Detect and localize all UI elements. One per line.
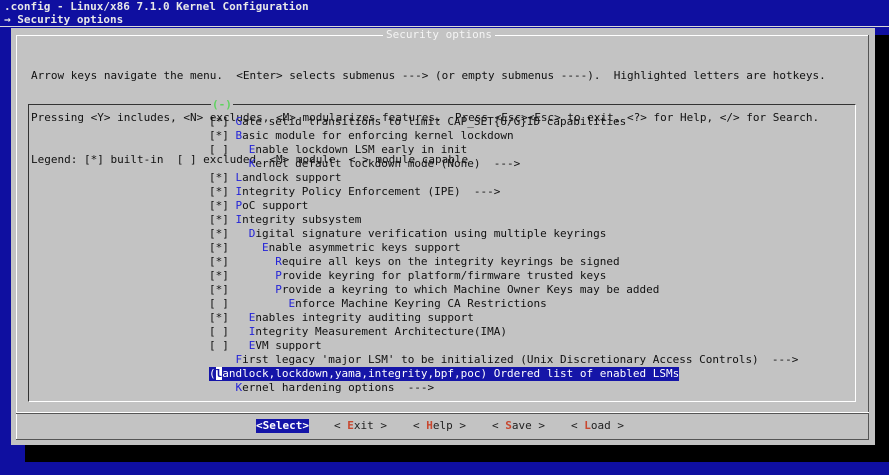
menu-item-label: ernel default lockdown mode (None) ---> bbox=[255, 157, 521, 170]
menu-item-label: asic module for enforcing kernel lockdow… bbox=[242, 129, 514, 142]
menu-item[interactable]: [*] Provide a keyring to which Machine O… bbox=[209, 283, 659, 297]
menu-item-label: VM support bbox=[255, 339, 322, 352]
menu-item[interactable]: [*] Digital signature verification using… bbox=[209, 227, 606, 241]
menu-item[interactable]: [*] Integrity subsystem bbox=[209, 213, 361, 227]
menu-item-label: nables integrity auditing support bbox=[255, 311, 474, 324]
menu-item[interactable]: [*] Basic module for enforcing kernel lo… bbox=[209, 129, 514, 143]
menu-item-label: nable lockdown LSM early in init bbox=[255, 143, 468, 156]
menu-item[interactable]: [*] Enable asymmetric keys support bbox=[209, 241, 461, 255]
help-line-1: Arrow keys navigate the menu. <Enter> se… bbox=[31, 69, 826, 82]
menu-item[interactable]: [*] Integrity Policy Enforcement (IPE) -… bbox=[209, 185, 500, 199]
menu-item-label: andlock support bbox=[242, 171, 342, 184]
menu-item[interactable]: [*] PoC support bbox=[209, 199, 308, 213]
menu-item-label: oC support bbox=[242, 199, 309, 212]
window-title: .config - Linux/x86 7.1.0 Kernel Configu… bbox=[4, 0, 309, 13]
menu-item[interactable]: [*] Require all keys on the integrity ke… bbox=[209, 255, 620, 269]
menu-item[interactable]: [*] Gate setid transitions to limit CAP_… bbox=[209, 115, 626, 129]
menu-item[interactable]: First legacy 'major LSM' to be initializ… bbox=[209, 353, 799, 367]
menu-item-label: andlock,lockdown,yama,integrity,bpf,poc)… bbox=[222, 367, 680, 380]
menu-item[interactable]: [ ] Enable lockdown LSM early in init bbox=[209, 143, 467, 157]
menu-item-label: nable asymmetric keys support bbox=[268, 241, 461, 254]
menu-item-hotkey: R bbox=[275, 255, 282, 268]
menu-list[interactable]: (-) [*] Gate setid transitions to limit … bbox=[28, 98, 856, 402]
menu-item-label: equire all keys on the integrity keyring… bbox=[281, 255, 620, 268]
menu-item-label: ntegrity Policy Enforcement (IPE) ---> bbox=[242, 185, 501, 198]
menu-item[interactable]: [ ] Enforce Machine Keyring CA Restricti… bbox=[209, 297, 547, 311]
menu-item-label: irst legacy 'major LSM' to be initialize… bbox=[242, 353, 799, 366]
security-options-dialog: Security options Arrow keys navigate the… bbox=[11, 28, 875, 445]
load-button[interactable]: < Load > bbox=[571, 419, 624, 433]
save-button[interactable]: < Save > bbox=[492, 419, 545, 433]
exit-button[interactable]: < Exit > bbox=[334, 419, 387, 433]
menu-item-hotkey: P bbox=[275, 283, 282, 296]
menu-item-label: ernel hardening options ---> bbox=[242, 381, 435, 394]
menu-item-hotkey: P bbox=[275, 269, 282, 282]
dialog-title: Security options bbox=[383, 28, 495, 41]
menu-item-label: igital signature verification using mult… bbox=[255, 227, 607, 240]
menu-item[interactable]: [*] Provide keyring for platform/firmwar… bbox=[209, 269, 606, 283]
menu-item-label: rovide a keyring to which Machine Owner … bbox=[281, 283, 660, 296]
menu-item-label: ntegrity subsystem bbox=[242, 213, 362, 226]
scroll-indicator: (-) bbox=[211, 98, 233, 111]
menu-item-hotkey: E bbox=[261, 241, 269, 254]
menu-item[interactable]: Kernel default lockdown mode (None) ---> bbox=[209, 157, 521, 171]
breadcrumb: → Security options bbox=[4, 13, 124, 26]
header-divider bbox=[0, 26, 889, 27]
menu-item-label: ate setid transitions to limit CAP_SET{U… bbox=[242, 115, 627, 128]
select-button[interactable]: <Select> bbox=[256, 419, 309, 433]
menu-item[interactable]: [ ] EVM support bbox=[209, 339, 322, 353]
dialog-shadow-right bbox=[875, 35, 889, 462]
menu-item[interactable]: Kernel hardening options ---> bbox=[209, 381, 435, 395]
menu-item-label: nforce Machine Keyring CA Restrictions bbox=[295, 297, 547, 310]
menu-item[interactable]: [*] Landlock support bbox=[209, 171, 341, 185]
menu-item-label: rovide keyring for platform/firmware tru… bbox=[281, 269, 607, 282]
dialog-shadow-bottom bbox=[25, 445, 889, 462]
help-button[interactable]: < Help > bbox=[413, 419, 466, 433]
menu-item-label: ntegrity Measurement Architecture(IMA) bbox=[255, 325, 508, 338]
menu-item[interactable]: [ ] Integrity Measurement Architecture(I… bbox=[209, 325, 507, 339]
menu-item[interactable]: [*] Enables integrity auditing support bbox=[209, 311, 474, 325]
menu-item-selected[interactable]: (landlock,lockdown,yama,integrity,bpf,po… bbox=[209, 367, 680, 381]
